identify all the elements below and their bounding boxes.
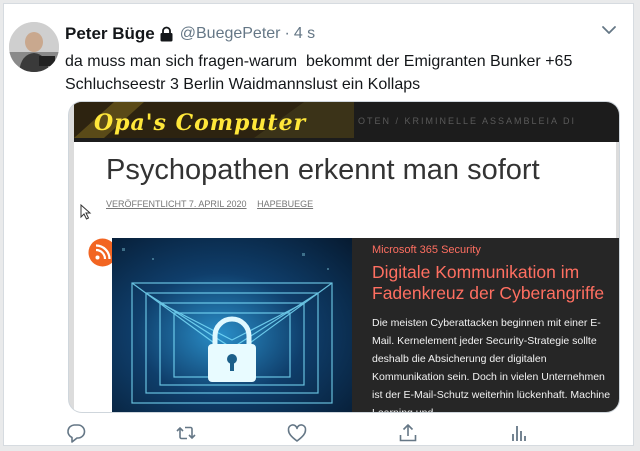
author-name[interactable]: Peter Büge — [65, 24, 155, 44]
tweet-actions — [4, 422, 633, 445]
banner-tagline: OTEN / KRIMINELLE ASSAMBLEIA DI — [358, 116, 577, 126]
like-icon[interactable] — [286, 422, 308, 444]
post-date-link[interactable]: VERÖFFENTLICHT 7. APRIL 2020 — [106, 199, 247, 209]
tweet-text: da muss man sich fragen-warum bekommt de… — [65, 53, 577, 93]
post-meta: VERÖFFENTLICHT 7. APRIL 2020 HAPEBUEGE — [106, 199, 321, 209]
avatar[interactable] — [9, 22, 59, 72]
blog-page: Psychopathen erkennt man sofort VERÖFFEN… — [74, 142, 619, 412]
article-category[interactable]: Microsoft 365 Security — [372, 244, 481, 256]
article-headline[interactable]: Digitale Kommunikation im Fadenkreuz der… — [372, 262, 617, 304]
tweet-header: Peter Büge @BuegePeter · 4 s — [65, 22, 315, 46]
article-panel: Microsoft 365 Security Digitale Kommunik… — [352, 238, 619, 413]
mouse-cursor-icon — [80, 203, 92, 220]
post-author-link[interactable]: HAPEBUEGE — [257, 199, 313, 209]
protected-lock-icon — [159, 26, 174, 42]
site-logo-text: Opa's Computer — [94, 110, 307, 136]
article-body: Die meisten Cyberattacken beginnen mit e… — [372, 317, 611, 413]
retweet-icon[interactable] — [175, 422, 197, 444]
reply-icon[interactable] — [65, 422, 87, 444]
embedded-screenshot[interactable]: Opa's Computer OTEN / KRIMINELLE ASSAMBL… — [68, 101, 620, 413]
share-icon[interactable] — [397, 422, 419, 444]
site-logo: Opa's Computer — [74, 102, 354, 138]
article-image[interactable] — [112, 238, 352, 412]
chevron-down-icon[interactable] — [599, 20, 619, 40]
author-handle[interactable]: @BuegePeter — [180, 25, 281, 43]
analytics-icon[interactable] — [508, 422, 530, 444]
post-title: Psychopathen erkennt man sofort — [106, 154, 540, 186]
tweet-timestamp[interactable]: 4 s — [294, 25, 315, 43]
tweet-card[interactable]: Peter Büge @BuegePeter · 4 s da muss man… — [3, 3, 634, 446]
site-banner: Opa's Computer OTEN / KRIMINELLE ASSAMBL… — [74, 102, 619, 142]
separator-dot: · — [284, 25, 290, 42]
